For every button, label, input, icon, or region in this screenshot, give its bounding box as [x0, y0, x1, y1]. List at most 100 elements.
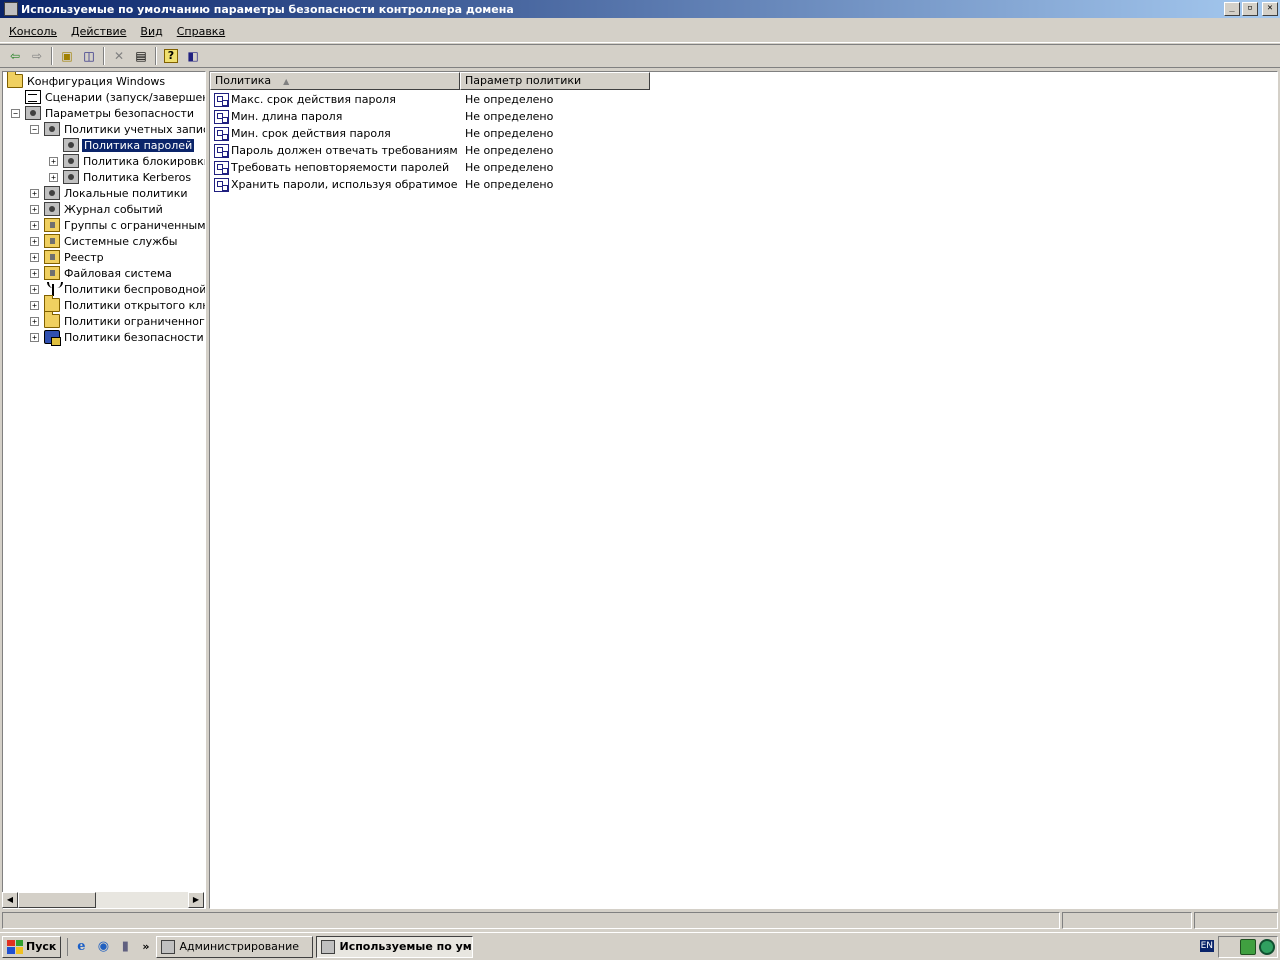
- quick-launch: e ◉ ▮ »: [67, 937, 153, 956]
- windows-logo-icon: [7, 939, 23, 954]
- expand-toggle[interactable]: +: [30, 300, 39, 310]
- title-bar[interactable]: Используемые по умолчанию параметры безо…: [0, 0, 1280, 18]
- lock-folder-icon: [44, 266, 60, 280]
- expand-toggle[interactable]: +: [30, 284, 39, 294]
- list-item[interactable]: Мин. срок действия пароля Не определено: [210, 125, 650, 142]
- list-item[interactable]: Требовать неповторяемости паролей Не опр…: [210, 159, 650, 176]
- selected-tree-label: Политика паролей: [80, 137, 196, 153]
- language-indicator[interactable]: EN: [1199, 940, 1214, 952]
- toolbar: ⇦ ⇨ ▣ ◫ ✕ ▤ ? ◧: [0, 44, 1280, 68]
- tree-item-system-services[interactable]: + Системные службы: [30, 233, 178, 249]
- menu-view[interactable]: Вид: [133, 23, 169, 40]
- tree-root[interactable]: Конфигурация Windows: [7, 72, 166, 89]
- delete-button[interactable]: ✕: [108, 46, 130, 66]
- window-title: Используемые по умолчанию параметры безо…: [21, 2, 514, 16]
- help-button[interactable]: ?: [160, 46, 182, 66]
- tree-item-scripts[interactable]: Сценарии (запуск/завершение): [25, 89, 205, 105]
- folder-icon: [44, 311, 60, 328]
- tree-item-password-policy[interactable]: Политика паролей: [63, 137, 196, 153]
- network-icon[interactable]: [1240, 939, 1256, 955]
- tree-item-event-log[interactable]: + Журнал событий: [30, 201, 164, 217]
- help-icon: ?: [164, 49, 178, 63]
- sort-ascending-icon: ▲: [283, 77, 290, 86]
- policy-icon: [214, 92, 229, 107]
- gear-icon: [63, 170, 79, 184]
- policy-icon: [214, 109, 229, 124]
- forward-button[interactable]: ⇨: [26, 46, 48, 66]
- security-shield-icon[interactable]: [1259, 939, 1275, 955]
- tree-horizontal-scrollbar[interactable]: ◀ ▶: [2, 892, 204, 908]
- taskbar-button-security-settings[interactable]: Используемые по ум...: [316, 935, 474, 958]
- close-button[interactable]: ✕: [1262, 2, 1278, 16]
- maximize-button[interactable]: ▫: [1242, 2, 1258, 16]
- tree-item-security-settings[interactable]: − Параметры безопасности: [11, 105, 195, 121]
- tree-item-wireless-policies[interactable]: + Политики беспроводной сети: [30, 281, 205, 297]
- show-desktop-icon[interactable]: ▮: [116, 938, 134, 956]
- gear-icon: [63, 138, 79, 152]
- forward-arrow-icon: ⇨: [31, 49, 43, 63]
- up-folder-icon: ▣: [61, 49, 73, 63]
- tree-item-registry[interactable]: + Реестр: [30, 249, 105, 265]
- list-item[interactable]: Пароль должен отвечать требованиям сл...…: [210, 142, 650, 159]
- gear-icon: [44, 202, 60, 216]
- list-item[interactable]: Макс. срок действия пароля Не определено: [210, 91, 650, 108]
- menu-help[interactable]: Справка: [170, 23, 232, 40]
- expand-toggle[interactable]: +: [30, 204, 39, 214]
- console-app-icon: [321, 939, 336, 954]
- tree-item-account-policies[interactable]: − Политики учетных записей: [30, 121, 205, 137]
- tree-item-lockout-policy[interactable]: + Политика блокировки учетной записи: [49, 153, 205, 169]
- collapse-toggle[interactable]: −: [11, 108, 20, 118]
- collapse-toggle[interactable]: −: [30, 124, 39, 134]
- tree-item-file-system[interactable]: + Файловая система: [30, 265, 173, 281]
- tree-item-public-key-policies[interactable]: + Политики открытого ключа: [30, 295, 205, 313]
- expand-toggle[interactable]: +: [30, 332, 39, 342]
- scroll-thumb[interactable]: [18, 892, 96, 908]
- antenna-icon: [46, 282, 63, 296]
- internet-explorer-icon[interactable]: e: [72, 938, 90, 956]
- expand-toggle[interactable]: +: [30, 220, 39, 230]
- console-app-icon[interactable]: [4, 2, 18, 16]
- taskbar: Пуск e ◉ ▮ » Администрирование Используе…: [0, 932, 1280, 960]
- tree-item-restricted-groups[interactable]: + Группы с ограниченным доступом: [30, 217, 205, 233]
- expand-toggle[interactable]: +: [30, 188, 39, 198]
- up-one-level-button[interactable]: ▣: [56, 46, 78, 66]
- column-header-policy[interactable]: Политика ▲: [210, 72, 460, 90]
- action-pane-button[interactable]: ◧: [182, 46, 204, 66]
- scroll-left-button[interactable]: ◀: [2, 892, 18, 908]
- tree-item-ip-security[interactable]: + Политики безопасности IP на Active Dir…: [30, 329, 205, 346]
- back-button[interactable]: ⇦: [4, 46, 26, 66]
- admin-tools-icon: [161, 939, 176, 954]
- tree-item-local-policies[interactable]: + Локальные политики: [30, 185, 189, 201]
- quick-launch-more-icon[interactable]: »: [142, 940, 149, 953]
- tree-item-kerberos-policy[interactable]: + Политика Kerberos: [49, 169, 192, 185]
- menu-console[interactable]: Консоль: [2, 23, 64, 40]
- expand-toggle[interactable]: +: [30, 252, 39, 262]
- outlook-express-icon[interactable]: ◉: [94, 938, 112, 956]
- console-tree[interactable]: Конфигурация Windows Сценарии (запуск/за…: [2, 71, 206, 909]
- column-header-policy-setting[interactable]: Параметр политики: [460, 72, 650, 90]
- details-list[interactable]: Политика ▲ Параметр политики Макс. срок д…: [209, 71, 1278, 909]
- expand-toggle[interactable]: +: [49, 172, 58, 182]
- taskbar-button-administration[interactable]: Администрирование: [156, 935, 314, 958]
- folder-icon: [44, 295, 60, 312]
- tree-item-software-restriction[interactable]: + Политики ограниченного использования п…: [30, 311, 205, 329]
- delete-icon: ✕: [113, 49, 125, 63]
- list-item[interactable]: Хранить пароли, используя обратимое ши..…: [210, 176, 650, 193]
- toolbar-separator: [103, 47, 105, 65]
- export-list-button[interactable]: ▤: [130, 46, 152, 66]
- lock-folder-icon: [44, 234, 60, 248]
- expand-toggle[interactable]: +: [49, 156, 58, 166]
- show-hide-tree-button[interactable]: ◫: [78, 46, 100, 66]
- minimize-button[interactable]: _: [1224, 2, 1240, 16]
- start-button[interactable]: Пуск: [2, 935, 62, 958]
- policy-icon: [214, 177, 229, 192]
- lock-folder-icon: [44, 250, 60, 264]
- window-controls: _ ▫ ✕: [1224, 2, 1278, 16]
- expand-toggle[interactable]: +: [30, 268, 39, 278]
- toolbar-separator: [155, 47, 157, 65]
- expand-toggle[interactable]: +: [30, 236, 39, 246]
- list-item[interactable]: Мин. длина пароля Не определено: [210, 108, 650, 125]
- scroll-right-button[interactable]: ▶: [188, 892, 204, 908]
- menu-action[interactable]: Действие: [64, 23, 133, 40]
- expand-toggle[interactable]: +: [30, 316, 39, 326]
